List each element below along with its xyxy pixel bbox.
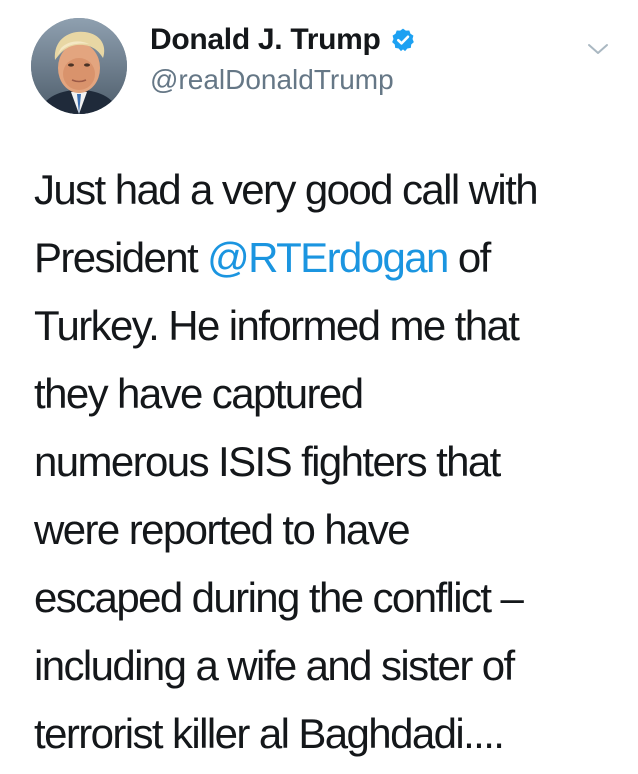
avatar-image bbox=[31, 18, 127, 114]
tweet-text-segment: of bbox=[447, 234, 491, 281]
tweet-text-segment: were reported to have bbox=[34, 506, 411, 553]
display-name[interactable]: Donald J. Trump bbox=[150, 23, 381, 57]
verified-badge-icon bbox=[390, 27, 416, 53]
tweet-text-line: were reported to have bbox=[34, 496, 624, 564]
display-name-row: Donald J. Trump bbox=[150, 20, 550, 60]
tweet-text-line: they have captured bbox=[34, 360, 624, 428]
tweet-text-line: President @RTErdogan of bbox=[34, 224, 624, 292]
user-names: Donald J. Trump @realDonaldTrump bbox=[150, 20, 550, 96]
tweet-text-segment: including a wife and sister of bbox=[34, 642, 515, 689]
tweet-text-line: Turkey. He informed me that bbox=[34, 292, 624, 360]
tweet-text-segment: escaped during the conflict – bbox=[34, 574, 524, 621]
user-handle[interactable]: @realDonaldTrump bbox=[150, 64, 550, 96]
tweet-text-segment: Turkey. He informed me that bbox=[34, 302, 520, 349]
mention-link[interactable]: @RTErdogan bbox=[207, 234, 449, 281]
tweet-text-segment: terrorist killer al Baghdadi.... bbox=[34, 710, 505, 757]
tweet-text-segment: numerous ISIS fighters that bbox=[34, 438, 501, 485]
tweet-text-segment: Just had a very good call with bbox=[34, 166, 539, 213]
tweet-text-segment: they have captured bbox=[34, 370, 364, 417]
tweet-text-line: numerous ISIS fighters that bbox=[34, 428, 624, 496]
tweet-header: Donald J. Trump @realDonaldTrump bbox=[31, 16, 621, 116]
tweet-text-line: Just had a very good call with bbox=[34, 156, 624, 224]
tweet-text-segment: President bbox=[34, 234, 208, 281]
tweet-text-line: escaped during the conflict – bbox=[34, 564, 624, 632]
chevron-down-icon[interactable] bbox=[583, 34, 613, 64]
tweet-text: Just had a very good call with President … bbox=[34, 156, 624, 768]
tweet-text-line: including a wife and sister of bbox=[34, 632, 624, 700]
tweet: Donald J. Trump @realDonaldTrump Just ha… bbox=[0, 0, 638, 774]
tweet-text-line: terrorist killer al Baghdadi.... bbox=[34, 700, 624, 768]
avatar[interactable] bbox=[31, 18, 127, 114]
